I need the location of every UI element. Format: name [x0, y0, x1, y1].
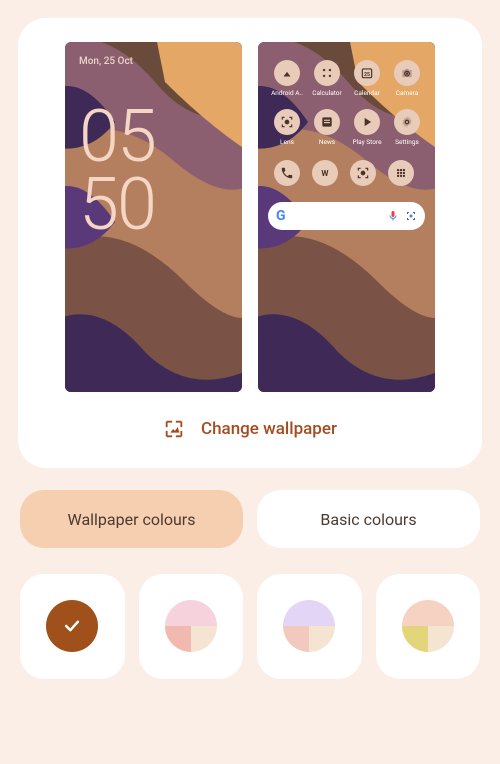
tab-basic-colours[interactable]: Basic colours: [257, 490, 480, 548]
colour-swatch-2[interactable]: [257, 574, 362, 679]
settings-icon: [394, 109, 420, 135]
app-w[interactable]: W: [312, 160, 338, 186]
camera-icon: [394, 60, 420, 86]
grid-icon: [388, 160, 414, 186]
search-bar[interactable]: G: [268, 202, 425, 230]
tab-wallpaper-colours[interactable]: Wallpaper colours: [20, 490, 243, 548]
colour-source-tabs: Wallpaper colours Basic colours: [18, 490, 482, 548]
lock-screen-preview[interactable]: Mon, 25 Oct 05 50: [65, 42, 242, 392]
change-wallpaper-label: Change wallpaper: [201, 419, 337, 439]
calendar-icon: 25: [354, 60, 380, 86]
android-icon: [274, 60, 300, 86]
svg-text:25: 25: [364, 72, 370, 78]
app-label: Android A..: [268, 89, 306, 97]
app-lens[interactable]: [350, 160, 376, 186]
app-android[interactable]: Android A..: [268, 60, 306, 97]
news-icon: [314, 109, 340, 135]
app-row: LensNewsPlay StoreSettings: [268, 109, 425, 146]
app-calc[interactable]: Calculator: [308, 60, 346, 97]
svg-text:W: W: [321, 168, 328, 178]
lens-icon: [350, 160, 376, 186]
lens-icon: [274, 109, 300, 135]
google-logo: G: [276, 208, 286, 224]
mic-icon: [387, 210, 399, 222]
dock-row: W: [268, 160, 425, 186]
app-news[interactable]: News: [308, 109, 346, 146]
app-phone[interactable]: [274, 160, 300, 186]
app-camera[interactable]: Camera: [388, 60, 426, 97]
app-play[interactable]: Play Store: [348, 109, 386, 146]
app-row: Android A..Calculator 25 CalendarCamera: [268, 60, 425, 97]
app-label: Play Store: [348, 138, 386, 146]
app-label: Calendar: [348, 89, 386, 97]
app-label: News: [308, 138, 346, 146]
colour-swatch-0[interactable]: [20, 574, 125, 679]
app-label: Calculator: [308, 89, 346, 97]
app-label: Lens: [268, 138, 306, 146]
phone-icon: [274, 160, 300, 186]
check-icon: [62, 616, 82, 636]
colour-swatch-3[interactable]: [376, 574, 481, 679]
app-label: Settings: [388, 138, 426, 146]
change-wallpaper-button[interactable]: Change wallpaper: [40, 418, 460, 440]
play-icon: [354, 109, 380, 135]
colour-swatch-1[interactable]: [139, 574, 244, 679]
app-lens[interactable]: Lens: [268, 109, 306, 146]
app-calendar[interactable]: 25 Calendar: [348, 60, 386, 97]
app-settings[interactable]: Settings: [388, 109, 426, 146]
w-icon: W: [312, 160, 338, 186]
wallpaper-icon: [163, 418, 185, 440]
calc-icon: [314, 60, 340, 86]
app-label: Camera: [388, 89, 426, 97]
app-grid[interactable]: [388, 160, 414, 186]
colour-swatches: [18, 574, 482, 679]
lock-date: Mon, 25 Oct: [79, 56, 228, 67]
home-screen-preview[interactable]: Android A..Calculator 25 CalendarCamera Le…: [258, 42, 435, 392]
lens-icon: [405, 210, 417, 222]
wallpaper-preview-card: Mon, 25 Oct 05 50 Android A..Calculator2…: [18, 18, 482, 468]
phone-previews: Mon, 25 Oct 05 50 Android A..Calculator2…: [40, 42, 460, 392]
lock-time: 05 50: [79, 103, 228, 240]
